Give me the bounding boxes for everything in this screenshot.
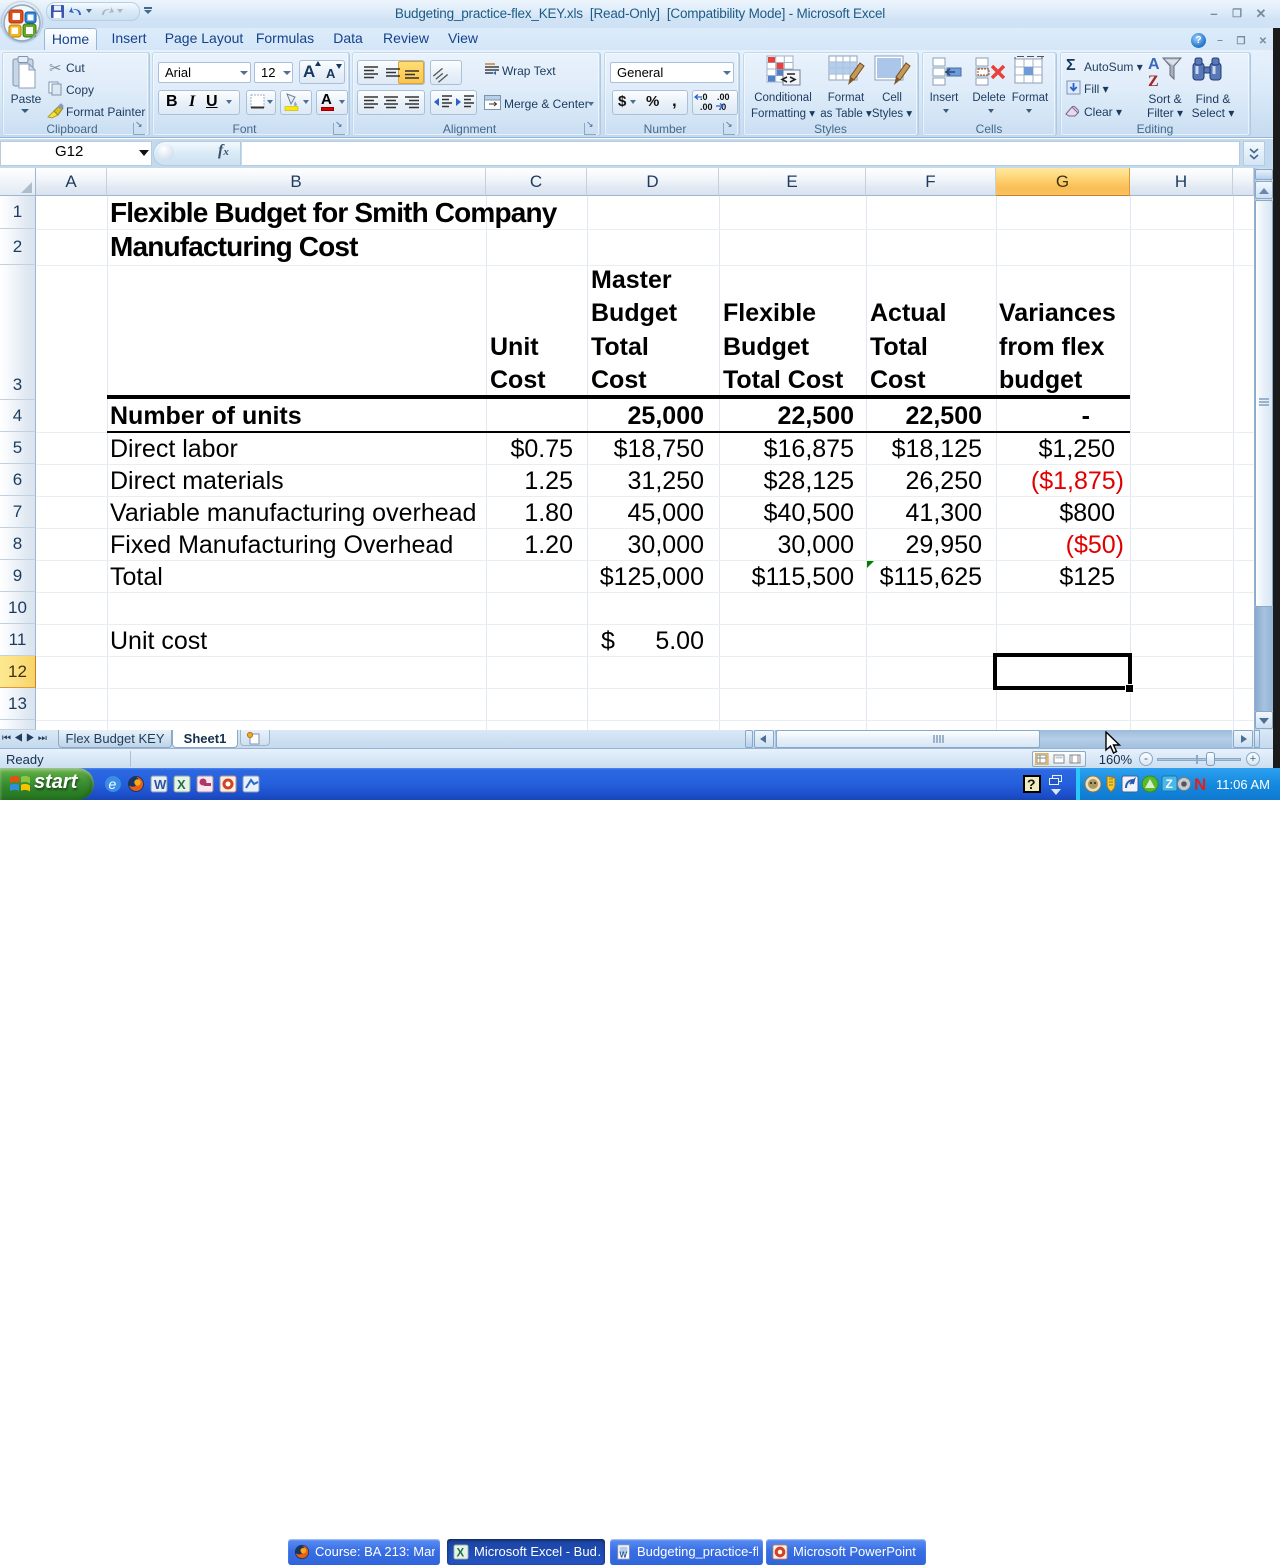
svg-text:W: W: [154, 777, 167, 792]
svg-text:X: X: [457, 1547, 465, 1559]
svg-text:Z: Z: [1166, 777, 1173, 791]
svg-text:X: X: [177, 777, 186, 792]
svg-text:e: e: [109, 776, 117, 792]
svg-text:A: A: [1148, 56, 1160, 73]
svg-text:Z: Z: [1148, 73, 1159, 90]
svg-text:W: W: [620, 1550, 628, 1559]
